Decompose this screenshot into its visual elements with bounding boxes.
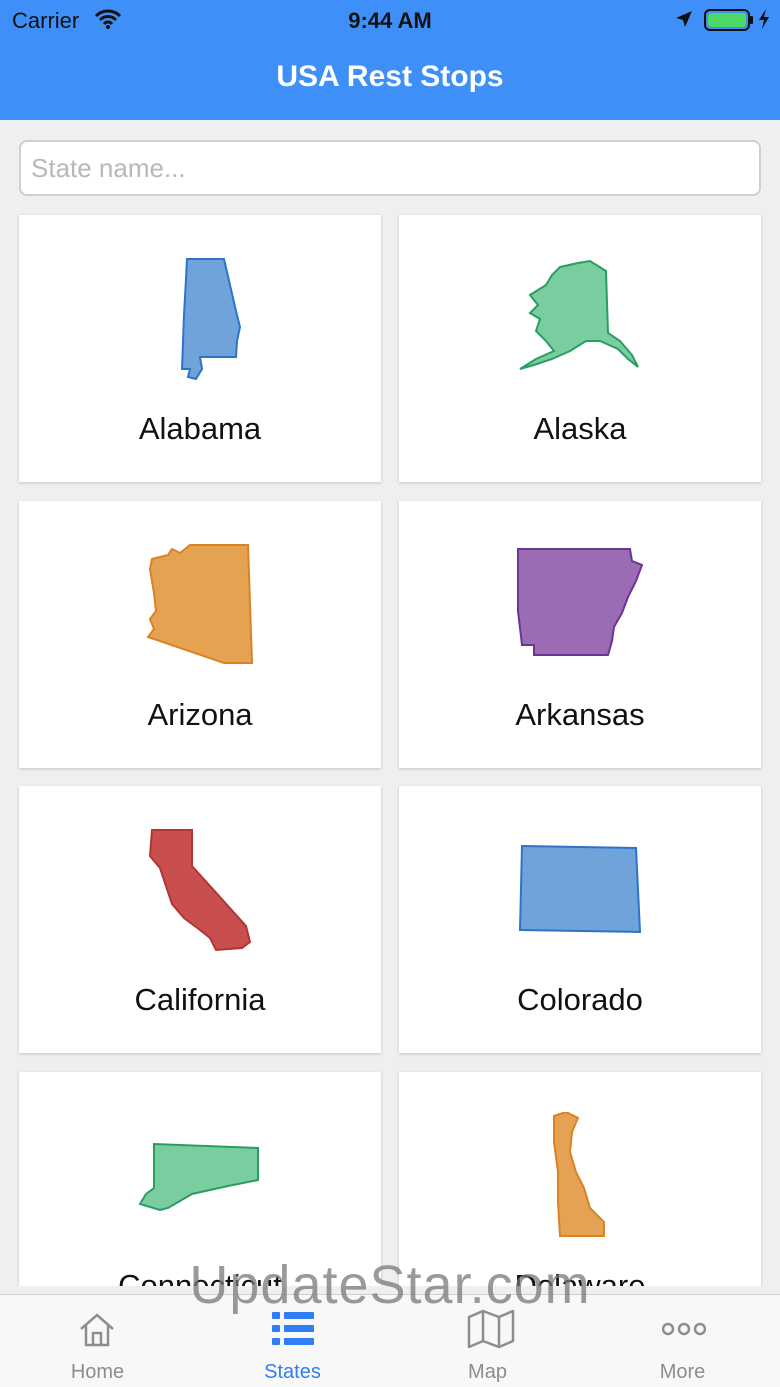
state-card-arizona[interactable]: Arizona: [19, 501, 381, 768]
state-card-alabama[interactable]: Alabama: [19, 215, 381, 482]
tab-home-label: Home: [70, 1361, 125, 1383]
arkansas-shape-icon: [517, 548, 644, 656]
state-name: Colorado: [517, 982, 643, 1017]
navigation-bar: Carrier 9:44 AM USA Rest Stops: [0, 0, 780, 120]
charging-icon: [759, 9, 769, 29]
delaware-shape-icon: [553, 1112, 605, 1237]
state-name: Arkansas: [515, 697, 645, 732]
search-container: [19, 140, 761, 196]
state-search-input[interactable]: [19, 140, 761, 196]
tab-states-label: States: [264, 1361, 321, 1383]
battery-icon: [704, 9, 753, 31]
status-time: 9:44 AM: [348, 8, 432, 33]
state-card-colorado[interactable]: Colorado: [399, 786, 761, 1053]
connecticut-shape-icon: [138, 1142, 259, 1212]
state-name: Arizona: [147, 697, 253, 732]
location-arrow-icon: [676, 11, 692, 27]
state-card-arkansas[interactable]: Arkansas: [399, 501, 761, 768]
state-name: Alabama: [138, 411, 262, 446]
state-name: Alaska: [533, 411, 627, 446]
arizona-shape-icon: [146, 544, 254, 664]
watermark: UpdateStar.com: [189, 1255, 591, 1315]
california-shape-icon: [148, 829, 252, 952]
state-card-california[interactable]: California: [19, 786, 381, 1053]
tab-more-label: More: [659, 1361, 706, 1383]
colorado-shape-icon: [518, 844, 642, 934]
alaska-shape-icon: [519, 259, 639, 370]
tab-map-label: Map: [468, 1361, 507, 1383]
states-grid: Alabama Alaska Arizona Arkansas Californ…: [0, 196, 780, 1286]
state-name: California: [134, 982, 266, 1017]
alabama-shape-icon: [180, 258, 242, 381]
page-title: USA Rest Stops: [276, 60, 504, 93]
status-bar: Carrier 9:44 AM: [0, 0, 780, 40]
state-card-alaska[interactable]: Alaska: [399, 215, 761, 482]
